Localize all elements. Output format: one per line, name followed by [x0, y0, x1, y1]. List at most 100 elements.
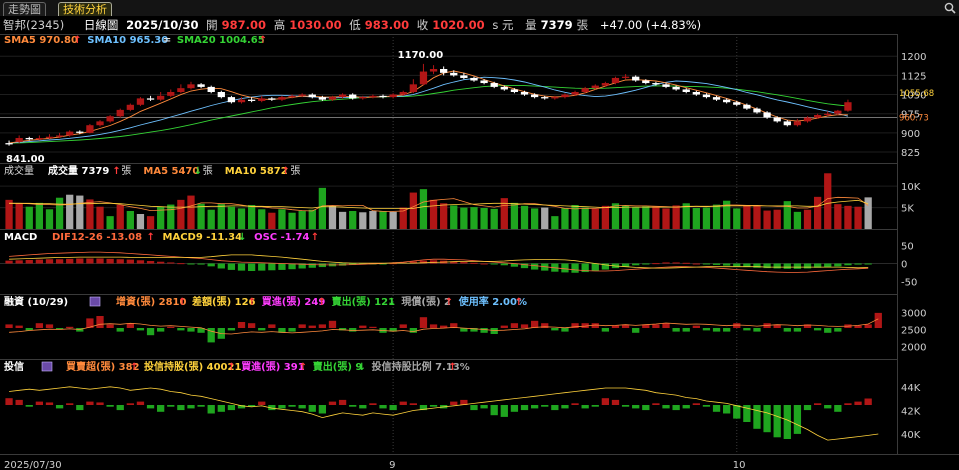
candle-body — [136, 98, 145, 105]
macd-osc-bar — [672, 262, 680, 264]
invest-legend: 賣出(張) 9 — [313, 360, 363, 373]
invest-net-bar — [409, 403, 417, 405]
table-icon — [89, 296, 101, 307]
macd-osc-bar — [571, 263, 579, 273]
margin-diff-bar — [561, 328, 569, 332]
candle-body — [399, 92, 407, 95]
volume-bar — [268, 212, 276, 229]
candle-body — [308, 94, 316, 98]
volume-bar — [419, 189, 428, 229]
macd-y-tick: -50 — [901, 277, 917, 288]
invest-net-bar — [864, 398, 872, 405]
invest-net-bar — [601, 398, 610, 405]
candle-body — [167, 92, 175, 96]
margin-diff-bar — [743, 328, 751, 331]
macd-osc-bar — [591, 263, 599, 271]
margin-diff-bar — [167, 326, 175, 328]
volume-bar — [662, 208, 670, 229]
margin-diff-bar — [500, 325, 508, 328]
volume-bar — [470, 207, 478, 229]
invest-net-bar — [359, 405, 367, 409]
candle — [278, 95, 286, 101]
candle-body — [571, 92, 579, 95]
macd-osc-bar — [177, 263, 185, 265]
change-value: +47.00 (+4.83%) — [599, 18, 702, 32]
invest-y-tick: 44K — [901, 383, 921, 394]
volume-bar — [672, 205, 680, 229]
macd-osc-bar — [460, 262, 468, 264]
candle-body — [450, 72, 458, 76]
margin-panel-title: 融資 (10/29) — [4, 295, 68, 308]
zoom-icon[interactable] — [944, 2, 956, 14]
candle-body — [541, 97, 549, 99]
price-y-tick: 900 — [901, 129, 920, 140]
margin-legend: 賣出(張) 121 — [332, 295, 396, 308]
volume-bar — [237, 208, 246, 229]
volume-bar — [692, 208, 700, 229]
margin-diff-bar — [308, 325, 316, 328]
invest-net-bar — [76, 405, 84, 411]
legend-arrow: ↓ — [194, 166, 202, 177]
margin-diff-bar — [692, 325, 700, 328]
margin-diff-bar — [298, 324, 306, 328]
candle-body — [510, 89, 519, 92]
legend-arrow: ↑ — [112, 166, 120, 177]
candle-body — [561, 94, 569, 98]
candle — [177, 84, 185, 94]
invest-net-bar — [379, 405, 387, 409]
volume-label: 量 — [525, 18, 537, 32]
invest-net-bar — [672, 405, 680, 411]
invest-net-bar — [813, 403, 822, 405]
close-value: 1020.00 — [432, 18, 485, 32]
candle — [490, 81, 498, 89]
volume-bar — [561, 208, 569, 229]
candle-body — [723, 99, 731, 103]
margin-diff-bar — [712, 328, 721, 332]
margin-diff-bar — [66, 326, 74, 328]
candle-body — [76, 131, 84, 133]
candle-body — [349, 94, 357, 99]
macd-osc-bar — [793, 263, 802, 269]
macd-osc-bar — [429, 260, 438, 264]
legend-arrow: ↓ — [358, 362, 366, 373]
candle-body — [429, 69, 438, 72]
candle — [520, 90, 529, 96]
legend-arrow: ↓ — [238, 232, 246, 243]
margin-diff-bar — [409, 328, 417, 333]
tab-technical-analysis[interactable]: 技術分析 — [58, 2, 112, 16]
invest-net-bar — [682, 405, 690, 409]
invest-net-bar — [258, 401, 266, 405]
quote-header: 智邦(2345) 日線圖 2025/10/30 開 987.00 高 1030.00… — [0, 16, 959, 34]
volume-legend: 成交量 7379 — [48, 164, 109, 177]
macd-osc-bar — [268, 263, 276, 271]
volume-bar — [136, 214, 145, 229]
margin-legend: 差額(張) 126 — [192, 295, 256, 308]
macd-osc-bar — [217, 263, 225, 269]
margin-diff-bar — [783, 328, 791, 332]
candle — [5, 140, 13, 146]
volume-bar — [126, 211, 134, 229]
legend-arrow: ↑ — [318, 297, 326, 308]
candle — [86, 123, 94, 134]
invest-net-bar — [632, 405, 640, 409]
candle-body — [440, 69, 448, 73]
macd-osc-bar — [490, 263, 498, 265]
volume-bar — [66, 194, 74, 229]
legend-arrow: ↑ — [445, 297, 453, 308]
invest-net-bar — [96, 402, 104, 405]
invest-net-bar — [490, 405, 498, 416]
candle-body — [328, 97, 337, 100]
volume-bar — [247, 205, 256, 229]
margin-diff-bar — [247, 323, 256, 328]
legend-arrow: ↑ — [178, 297, 186, 308]
candle-body — [743, 104, 751, 109]
stock-name: 智邦(2345) — [3, 18, 65, 32]
volume-bar — [642, 206, 650, 229]
sma5-line — [9, 70, 848, 144]
macd-osc-bar — [682, 262, 690, 264]
volume-unit: 張 — [576, 18, 589, 32]
tab-intraday[interactable]: 走勢圖 — [3, 2, 46, 16]
invest-net-bar — [86, 401, 94, 405]
volume-bar — [389, 211, 397, 229]
invest-net-bar — [551, 405, 559, 411]
